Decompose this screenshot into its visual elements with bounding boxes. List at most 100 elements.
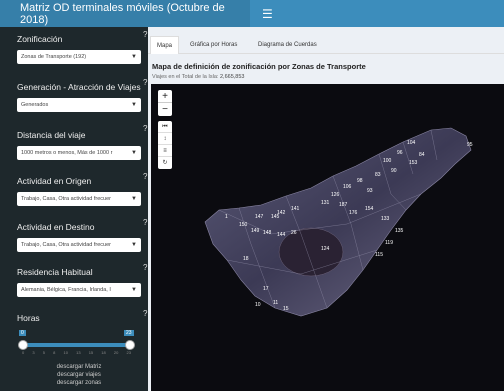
horas-control: Horas [17,313,141,323]
zoom-control: + − [158,90,172,116]
download-zones-link[interactable]: descargar zonas [0,380,158,386]
tab-mapa[interactable]: Mapa [150,36,180,54]
zonificacion-control: Zonificación Zonas de Transporte (192) ▼ [17,34,141,64]
measure-icon[interactable]: ↕ [158,133,172,145]
slider-min-value: 0 [19,330,26,336]
app-title: Matriz OD terminales móviles (Octubre de… [0,0,250,27]
generacion-label: Generación - Atracción de Viajes [17,82,141,92]
zone-label: 84 [419,152,425,158]
help-icon[interactable]: ? [143,30,147,39]
hamburger-icon[interactable]: ☰ [262,7,273,21]
download-matrix-link[interactable]: descargar Matriz [0,364,158,370]
zone-label: 133 [381,216,390,222]
zonificacion-select[interactable]: Zonas de Transporte (192) ▼ [17,50,141,64]
zone-label: 96 [397,150,403,156]
zone-label: 95 [467,142,473,148]
zoom-out-button[interactable]: − [158,103,172,116]
zone-label: 141 [291,206,300,212]
generacion-value: Generados [21,102,49,108]
zone-label: 93 [367,188,373,194]
help-icon[interactable]: ? [143,78,147,87]
zone-label: 145 [271,214,280,220]
slider-max-value: 23 [124,330,134,336]
caret-down-icon: ▼ [131,102,137,108]
zone-label: 150 [239,222,248,228]
slider-tick: 8 [53,350,56,355]
zone-label: 17 [263,286,269,292]
zone-label: 149 [251,228,260,234]
slider-track [22,343,131,347]
zone-label: 98 [357,178,363,184]
help-icon[interactable]: ? [143,218,147,227]
zone-label: 104 [407,140,416,146]
zone-label: 153 [409,160,418,166]
caret-down-icon: ▼ [131,54,137,60]
slider-tick: 13 [76,350,81,355]
zone-label: 124 [321,246,330,252]
download-trips-link[interactable]: descargar viajes [0,372,158,378]
zone-label: 106 [343,184,352,190]
zone-label: 147 [255,214,264,220]
tab-bar: Mapa Gráfica por Horas Diagrama de Cuerd… [148,36,504,54]
slider-tick: 20 [113,350,119,355]
teide-caldera [278,227,344,277]
map-title: Mapa de definición de zonificación por Z… [152,62,366,71]
help-icon[interactable]: ? [143,309,147,318]
slider-tick: 10 [63,350,68,355]
residencia-label: Residencia Habitual [17,267,93,277]
slider-tick: 3 [32,350,35,355]
reset-icon[interactable]: ↻ [158,157,172,169]
map-subtitle: Viajes en el Total de la Isla: 2,665,853 [152,74,244,80]
zoom-in-button[interactable]: + [158,90,172,103]
caret-down-icon: ▼ [131,150,137,156]
zone-label: 26 [291,230,297,236]
caret-down-icon: ▼ [131,287,137,293]
help-icon[interactable]: ? [143,124,147,133]
distancia-select[interactable]: 1000 metros o menos, Más de 1000 r ▼ [17,146,141,160]
actividad-origen-control: Actividad en Origen Trabajo, Casa, Otra … [17,176,141,206]
zone-label: 18 [243,256,249,262]
help-icon[interactable]: ? [143,263,147,272]
slider-ticks: 0 3 5 8 10 13 15 18 20 23 [22,350,131,355]
zone-label: 90 [391,168,397,174]
zone-label: 119 [385,240,393,246]
actividad-origen-label: Actividad en Origen [17,176,92,186]
slider-tick: 5 [42,350,45,355]
zone-label: 1 [225,214,228,220]
zonificacion-label: Zonificación [17,34,63,44]
horas-label: Horas [17,313,40,323]
top-header: Matriz OD terminales móviles (Octubre de… [0,0,504,27]
slider-min-handle[interactable] [18,340,28,350]
zone-label: 15 [283,306,289,312]
tab-diagrama-de-cuerdas[interactable]: Diagrama de Cuerdas [252,36,323,54]
island-map[interactable]: 104 95 84 96 100 153 90 83 98 106 93 1 26… [151,84,504,391]
total-trips-value: 2,665,853 [219,74,245,80]
zonificacion-value: Zonas de Transporte (192) [21,54,87,60]
actividad-origen-value: Trabajo, Casa, Otra actividad frecuer [21,196,111,202]
slider-max-handle[interactable] [125,340,135,350]
first-page-icon[interactable]: ⏮ [158,121,172,133]
hours-slider[interactable]: 0 23 0 3 5 8 10 13 15 18 20 23 [18,330,135,356]
zone-label: 135 [395,228,404,234]
slider-tick: 18 [101,350,106,355]
residencia-value: Alemania, Bélgica, Francia, Irlanda, I [21,287,111,293]
help-icon[interactable]: ? [143,172,147,181]
distancia-label: Distancia del viaje [17,130,86,140]
zone-label: 148 [263,230,272,236]
zone-label: 10 [255,302,261,308]
actividad-destino-select[interactable]: Trabajo, Casa, Otra actividad frecuer ▼ [17,238,141,252]
map-tools: ⏮ ↕ ≡ ↻ [158,121,172,169]
caret-down-icon: ▼ [131,196,137,202]
slider-tick: 15 [88,350,94,355]
slider-tick: 0 [22,350,25,355]
caret-down-icon: ▼ [131,242,137,248]
layers-icon[interactable]: ≡ [158,145,172,157]
generacion-select[interactable]: Generados ▼ [17,98,141,112]
residencia-select[interactable]: Alemania, Bélgica, Francia, Irlanda, I ▼ [17,283,141,297]
tab-grafica-por-horas[interactable]: Gráfica por Horas [184,36,243,54]
zone-label: 83 [375,172,381,178]
actividad-destino-control: Actividad en Destino Trabajo, Casa, Otra… [17,222,141,252]
actividad-origen-select[interactable]: Trabajo, Casa, Otra actividad frecuer ▼ [17,192,141,206]
total-trips-label: Viajes en el Total de la Isla: [152,74,219,80]
zone-label: 100 [383,158,392,164]
